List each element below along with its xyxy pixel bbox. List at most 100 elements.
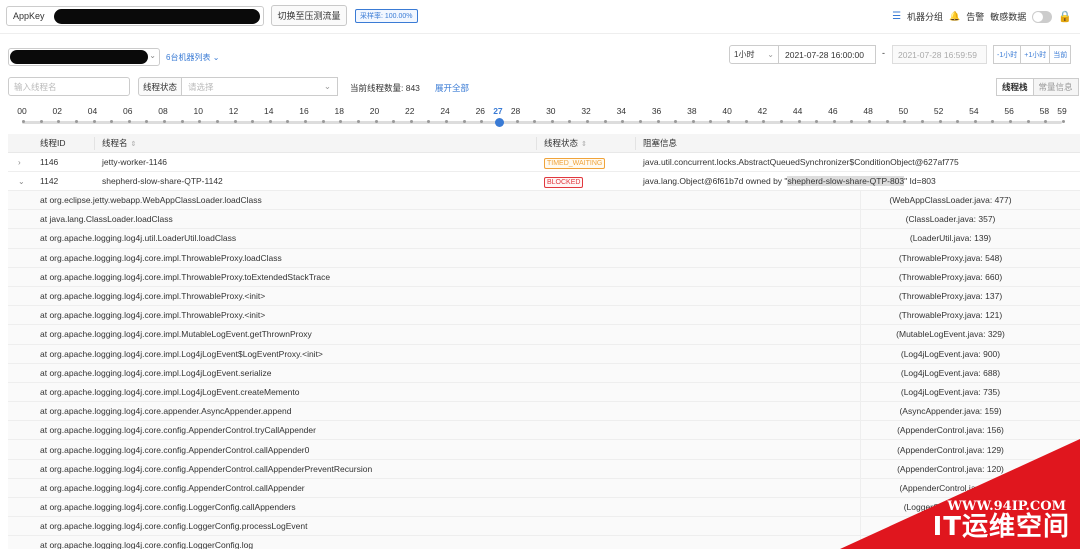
timeline-label[interactable]: 06 — [123, 106, 132, 116]
timeline-tick — [515, 120, 519, 123]
timeline-label[interactable]: 46 — [828, 106, 837, 116]
stack-method: at org.apache.logging.log4j.core.impl.Th… — [40, 310, 266, 321]
time-range-select[interactable]: 1小时 ⌄ — [729, 45, 779, 64]
timeline-label[interactable]: 32 — [581, 106, 590, 116]
sort-icon: ⇕ — [130, 141, 137, 148]
timeline-tick — [392, 120, 396, 123]
timeline-label[interactable]: 22 — [405, 106, 414, 116]
tab-thread-stack[interactable]: 线程栈 — [996, 78, 1034, 96]
alarm-link[interactable]: 告警 — [966, 10, 984, 23]
timeline-tick — [215, 120, 219, 123]
machine-group-link[interactable]: 机器分组 — [907, 10, 943, 23]
stack-frame-row: at org.apache.logging.log4j.core.impl.Th… — [8, 267, 1080, 287]
appkey-select[interactable]: AppKey — [6, 6, 264, 26]
plus-1-hour-button[interactable]: +1小时 — [1021, 45, 1051, 64]
timeline-label[interactable]: 04 — [88, 106, 97, 116]
timeline-tick — [903, 120, 907, 123]
timeline-label[interactable]: 12 — [229, 106, 238, 116]
timeline-tick — [180, 120, 184, 123]
timeline-label[interactable]: 52 — [934, 106, 943, 116]
timeline-label[interactable]: 02 — [53, 106, 62, 116]
expand-all-link[interactable]: 展开全部 — [435, 82, 469, 94]
timeline-tick — [57, 120, 61, 123]
timeline-tick — [638, 120, 642, 123]
block-info-suffix: " Id=803 — [904, 176, 936, 186]
machine-select[interactable]: ⌄ — [8, 48, 160, 66]
sort-icon: ⇕ — [581, 141, 587, 148]
timeline-tick — [445, 120, 449, 123]
timeline-label[interactable]: 38 — [687, 106, 696, 116]
top-bar: AppKey 切换至压测流量 采样率: 100.00% ☰ 机器分组 🔔 告警 … — [0, 0, 1080, 34]
stack-location: (Log4jLogEvent.java: 900) — [860, 344, 1040, 363]
thread-state-select[interactable]: 请选择 ⌄ — [182, 77, 338, 96]
stack-location: (ThrowableProxy.java: 137) — [860, 286, 1040, 306]
stack-method: at org.apache.logging.log4j.core.config.… — [40, 482, 305, 493]
corner-name: IT运维空间 — [932, 512, 1070, 542]
lock-icon[interactable]: 🔒 — [1058, 10, 1072, 23]
timeline-label[interactable]: 36 — [652, 106, 661, 116]
timeline-tick — [286, 120, 290, 123]
timeline-tick — [251, 120, 255, 123]
timeline-label[interactable]: 48 — [863, 106, 872, 116]
block-info-prefix: java.lang.Object@6f61b7d owned by " — [643, 176, 788, 186]
timeline-label[interactable]: 59 — [1057, 106, 1066, 116]
table-row[interactable]: ⌄ 1142 shepherd-slow-share-QTP-1142 BLOC… — [8, 172, 1080, 191]
table-header: 线程ID 线程名 ⇕ 线程状态 ⇕ 阻塞信息 — [8, 134, 1080, 153]
timeline-label[interactable]: 50 — [899, 106, 908, 116]
current-button[interactable]: 当前 — [1050, 45, 1072, 64]
timeline-label[interactable]: 54 — [969, 106, 978, 116]
timeline-label[interactable]: 00 — [17, 106, 26, 116]
timeline-label[interactable]: 56 — [1004, 106, 1013, 116]
header-thread-state[interactable]: 线程状态 ⇕ — [544, 137, 587, 149]
stack-method: at org.apache.logging.log4j.core.impl.Th… — [40, 291, 266, 302]
timeline-tick — [850, 120, 854, 123]
timeline-label[interactable]: 34 — [617, 106, 626, 116]
timeline-tick — [233, 120, 237, 123]
timeline-label[interactable]: 18 — [335, 106, 344, 116]
stack-frame-row: at org.apache.logging.log4j.core.impl.Lo… — [8, 382, 1080, 403]
thread-name-input[interactable]: 输入线程名 — [8, 77, 130, 96]
timeline-label[interactable]: 42 — [758, 106, 767, 116]
timeline-label[interactable]: 14 — [264, 106, 273, 116]
collapse-icon[interactable]: ⌄ — [18, 177, 25, 186]
tab-constant-info[interactable]: 常量信息 — [1033, 78, 1079, 96]
chevron-down-icon: ⌄ — [149, 51, 156, 60]
timeline-label[interactable]: 30 — [546, 106, 555, 116]
timeline-label[interactable]: 24 — [440, 106, 449, 116]
machine-list-link[interactable]: 6台机器列表 ⌄ — [166, 52, 219, 63]
timeline-label[interactable]: 20 — [370, 106, 379, 116]
column-divider — [635, 137, 636, 150]
timeline-label[interactable]: 10 — [194, 106, 203, 116]
timeline-slider[interactable] — [22, 118, 1065, 127]
thread-count: 当前线程数量: 843 — [350, 83, 420, 93]
timeline-label[interactable]: 28 — [511, 106, 520, 116]
stack-method: at org.apache.logging.log4j.core.impl.Th… — [40, 271, 331, 282]
timeline-label[interactable]: 44 — [793, 106, 802, 116]
table-row[interactable]: › 1146 jetty-worker-1146 TIMED_WAITING j… — [8, 153, 1080, 172]
timeline-label[interactable]: 16 — [299, 106, 308, 116]
timeline-handle[interactable] — [494, 118, 504, 127]
timeline-label[interactable]: 40 — [722, 106, 731, 116]
end-time-input[interactable]: 2021-07-28 16:59:59 — [892, 45, 987, 64]
timeline-tick — [198, 120, 202, 123]
timeline-label[interactable]: 08 — [158, 106, 167, 116]
block-info: java.lang.Object@6f61b7d owned by "sheph… — [643, 176, 936, 186]
stack-method: at org.apache.logging.log4j.core.config.… — [40, 521, 308, 532]
expand-icon[interactable]: › — [18, 158, 21, 167]
view-tabs: 线程栈 常量信息 — [996, 78, 1079, 96]
stack-method: at org.apache.logging.log4j.core.config.… — [40, 502, 296, 513]
stack-method: at org.eclipse.jetty.webapp.WebAppClassL… — [40, 195, 262, 206]
start-time-input[interactable]: 2021-07-28 16:00:00 — [779, 45, 876, 64]
timeline-label[interactable]: 26 — [476, 106, 485, 116]
timeline-tick — [762, 120, 766, 123]
switch-to-stress-traffic-button[interactable]: 切换至压测流量 — [271, 5, 347, 26]
minus-1-hour-button[interactable]: -1小时 — [993, 45, 1022, 64]
stack-method: at org.apache.logging.log4j.core.config.… — [40, 463, 373, 474]
stack-method: at java.lang.ClassLoader.loadClass — [40, 214, 173, 225]
timeline-label[interactable]: 58 — [1040, 106, 1049, 116]
stack-method: at org.apache.logging.log4j.core.impl.Mu… — [40, 329, 312, 340]
timeline-label[interactable]: 27 — [493, 106, 502, 116]
header-thread-name[interactable]: 线程名 ⇕ — [102, 137, 136, 149]
sensitive-data-toggle[interactable] — [1032, 10, 1053, 23]
stack-method: at org.apache.logging.log4j.core.config.… — [40, 425, 316, 436]
